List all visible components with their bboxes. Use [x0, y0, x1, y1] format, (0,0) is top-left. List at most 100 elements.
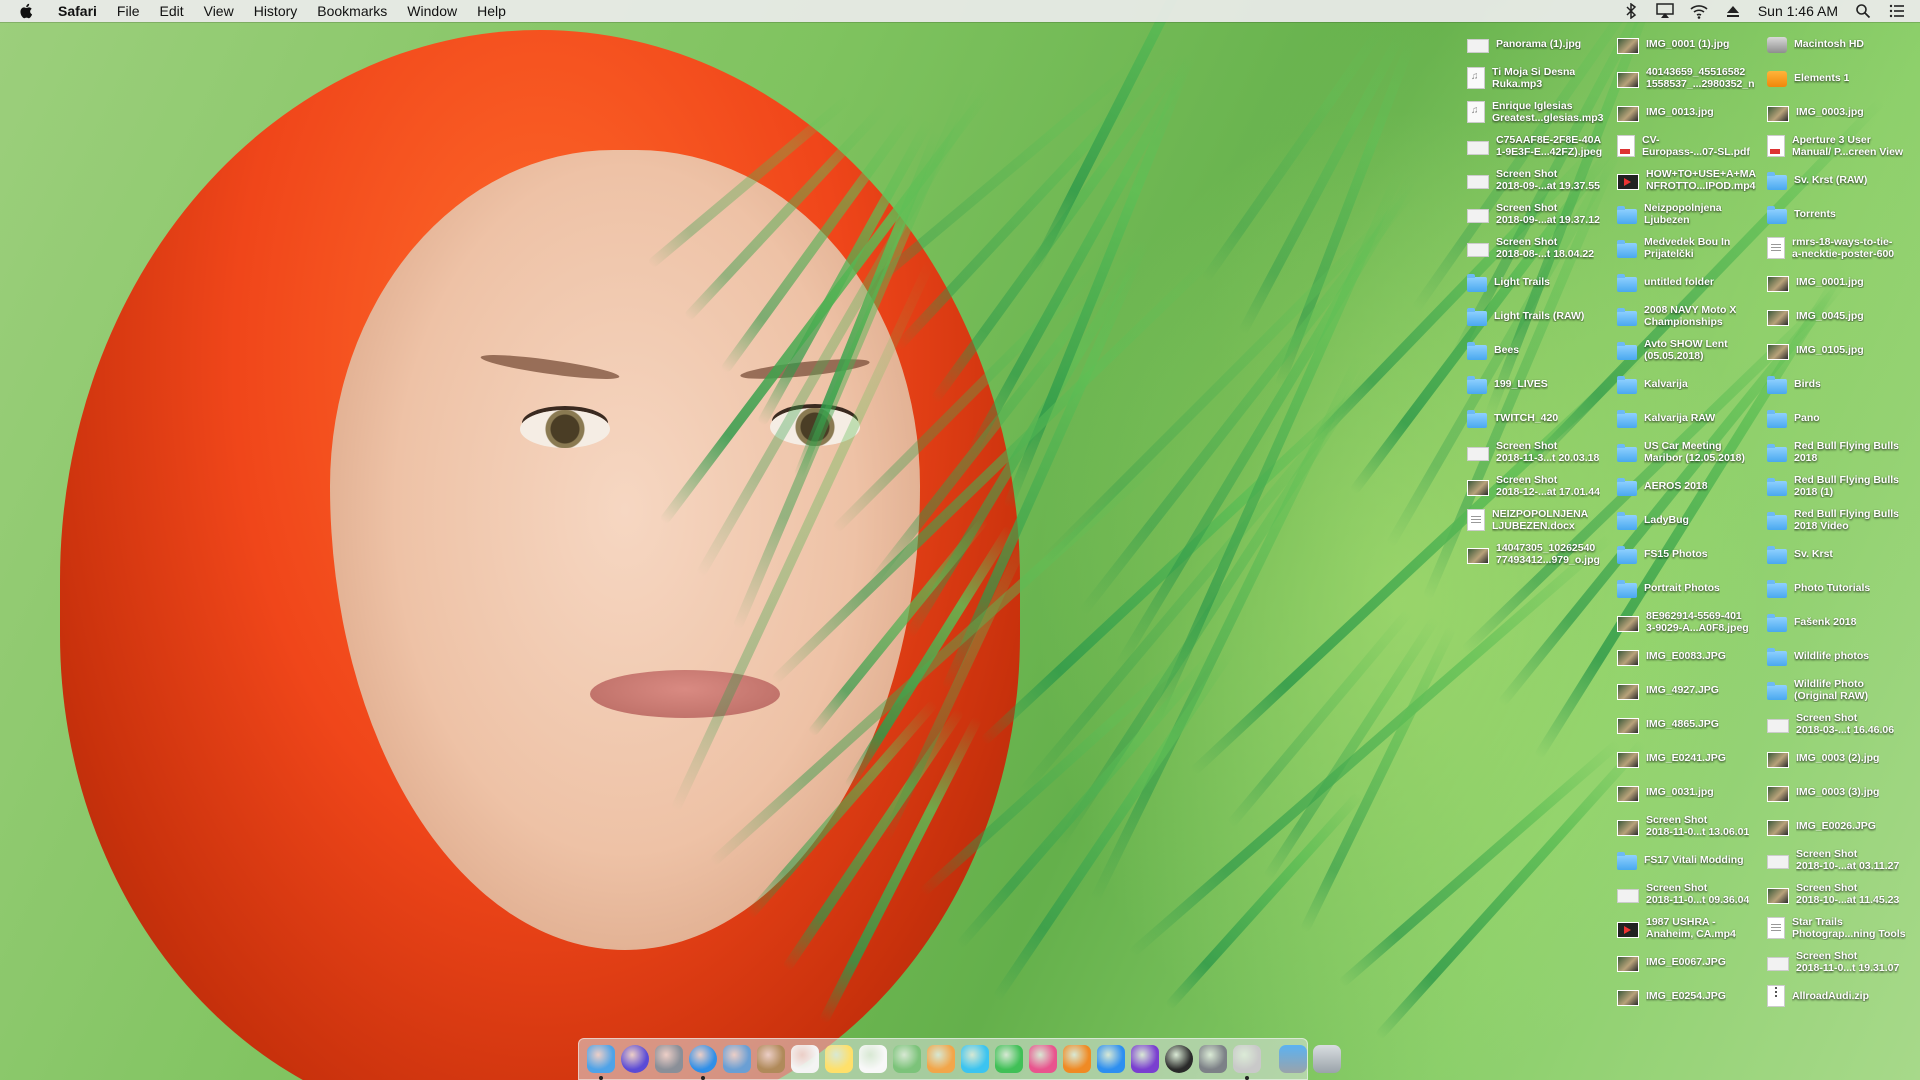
desktop-item[interactable]: 8E962914-5569-401 3-9029-A...A0F8.jpeg	[1617, 606, 1767, 638]
desktop-item[interactable]: AEROS 2018	[1617, 470, 1767, 502]
launchpad-icon[interactable]	[655, 1045, 683, 1073]
desktop-item[interactable]: Screen Shot 2018-11-3...t 20.03.18	[1467, 436, 1617, 468]
reminders-icon[interactable]	[859, 1045, 887, 1073]
photos-icon[interactable]	[927, 1045, 955, 1073]
desktop-item[interactable]: NEIZPOPOLNJENA LJUBEZEN.docx	[1467, 504, 1617, 536]
desktop-item[interactable]: Avto SHOW Lent (05.05.2018)	[1617, 334, 1767, 366]
desktop-item[interactable]: FS15 Photos	[1617, 538, 1767, 570]
desktop-item[interactable]: Photo Tutorials	[1767, 572, 1917, 604]
desktop-item[interactable]: HOW+TO+USE+A+MA NFROTTO...IPOD.mp4	[1617, 164, 1767, 196]
eject-icon[interactable]	[1724, 3, 1742, 19]
desktop-item[interactable]: CV- Europass-...07-SL.pdf	[1617, 130, 1767, 162]
wifi-icon[interactable]	[1690, 3, 1708, 19]
desktop-item[interactable]: 199_LIVES	[1467, 368, 1617, 400]
desktop-item[interactable]: Portrait Photos	[1617, 572, 1767, 604]
desktop-item[interactable]: C75AAF8E-2F8E-40A 1-9E3F-E...42FZ).jpeg	[1467, 130, 1617, 162]
spotlight-icon[interactable]	[1854, 3, 1872, 19]
menu-edit[interactable]: Edit	[149, 3, 193, 19]
desktop-item[interactable]: Screen Shot 2018-10-...at 03.11.27	[1767, 844, 1917, 876]
menu-help[interactable]: Help	[467, 3, 516, 19]
desktop-item[interactable]: Star Trails Photograp...ning Tools	[1767, 912, 1917, 944]
facetime-icon[interactable]	[995, 1045, 1023, 1073]
desktop-item[interactable]: IMG_0003.jpg	[1767, 96, 1917, 128]
desktop-item[interactable]: untitled folder	[1617, 266, 1767, 298]
desktop-item[interactable]: 2008 NAVY Moto X Championships	[1617, 300, 1767, 332]
desktop-item[interactable]: Screen Shot 2018-08-...t 18.04.22	[1467, 232, 1617, 264]
desktop-item[interactable]: Pano	[1767, 402, 1917, 434]
desktop-item[interactable]: Panorama (1).jpg	[1467, 28, 1617, 60]
itunes-icon[interactable]	[1029, 1045, 1057, 1073]
trash-icon[interactable]	[1313, 1045, 1341, 1073]
desktop-item[interactable]: IMG_4865.JPG	[1617, 708, 1767, 740]
desktop-item[interactable]: 1987 USHRA - Anaheim, CA.mp4	[1617, 912, 1767, 944]
desktop-item[interactable]: Kalvarija	[1617, 368, 1767, 400]
bluetooth-icon[interactable]	[1622, 3, 1640, 19]
desktop-item[interactable]: IMG_0045.jpg	[1767, 300, 1917, 332]
desktop-item[interactable]: Medvedek Bou In Prijatelčki	[1617, 232, 1767, 264]
desktop-item[interactable]: Enrique Iglesias Greatest...glesias.mp3	[1467, 96, 1617, 128]
desktop-item[interactable]: LadyBug	[1617, 504, 1767, 536]
desktop-item[interactable]: AllroadAudi.zip	[1767, 980, 1917, 1012]
menu-bookmarks[interactable]: Bookmarks	[307, 3, 397, 19]
app-store-icon[interactable]	[1097, 1045, 1125, 1073]
desktop-item[interactable]: US Car Meeting Maribor (12.05.2018)	[1617, 436, 1767, 468]
desktop-item[interactable]: IMG_E0083.JPG	[1617, 640, 1767, 672]
desktop-item[interactable]: IMG_0001 (1).jpg	[1617, 28, 1767, 60]
desktop-item[interactable]: IMG_0003 (3).jpg	[1767, 776, 1917, 808]
menu-view[interactable]: View	[194, 3, 244, 19]
notification-center-icon[interactable]	[1888, 3, 1906, 19]
desktop-item[interactable]: Light Trails	[1467, 266, 1617, 298]
script-editor-icon[interactable]	[1233, 1045, 1261, 1080]
desktop-item[interactable]: IMG_0031.jpg	[1617, 776, 1767, 808]
airplay-icon[interactable]	[1656, 3, 1674, 19]
desktop-item[interactable]: FS17 Vitali Modding	[1617, 844, 1767, 876]
desktop-item[interactable]: IMG_E0067.JPG	[1617, 946, 1767, 978]
desktop-item[interactable]: Screen Shot 2018-11-0...t 09.36.04	[1617, 878, 1767, 910]
downloads-folder-icon[interactable]	[1279, 1045, 1307, 1073]
desktop-item[interactable]: Birds	[1767, 368, 1917, 400]
messages-icon[interactable]	[961, 1045, 989, 1073]
desktop-item[interactable]: Screen Shot 2018-10-...at 11.45.23	[1767, 878, 1917, 910]
desktop-item[interactable]: Neizpopolnjena Ljubezen	[1617, 198, 1767, 230]
desktop-item[interactable]: Screen Shot 2018-03-...t 16.46.06	[1767, 708, 1917, 740]
desktop-item[interactable]: Screen Shot 2018-12-...at 17.01.44	[1467, 470, 1617, 502]
desktop-item[interactable]: IMG_0001.jpg	[1767, 266, 1917, 298]
desktop-item[interactable]: Screen Shot 2018-11-0...t 19.31.07	[1767, 946, 1917, 978]
desktop-item[interactable]: Wildlife Photo (Original RAW)	[1767, 674, 1917, 706]
contacts-icon[interactable]	[757, 1045, 785, 1073]
desktop-item[interactable]: Fašenk 2018	[1767, 606, 1917, 638]
desktop-item[interactable]: IMG_4927.JPG	[1617, 674, 1767, 706]
calendar-icon[interactable]	[791, 1045, 819, 1073]
system-preferences-icon[interactable]	[1199, 1045, 1227, 1073]
menu-history[interactable]: History	[244, 3, 308, 19]
desktop-item[interactable]: Red Bull Flying Bulls 2018 (1)	[1767, 470, 1917, 502]
menu-bar-clock[interactable]: Sun 1:46 AM	[1758, 3, 1838, 19]
desktop-item[interactable]: Elements 1	[1767, 62, 1917, 94]
desktop-item[interactable]: IMG_E0241.JPG	[1617, 742, 1767, 774]
desktop-item[interactable]: IMG_E0254.JPG	[1617, 980, 1767, 1012]
desktop-item[interactable]: Torrents	[1767, 198, 1917, 230]
desktop-item[interactable]: Ti Moja Si Desna Ruka.mp3	[1467, 62, 1617, 94]
desktop-item[interactable]: 14047305_10262540 77493412...979_o.jpg	[1467, 538, 1617, 570]
desktop-item[interactable]: Red Bull Flying Bulls 2018 Video	[1767, 504, 1917, 536]
desktop-item[interactable]: Screen Shot 2018-09-...at 19.37.12	[1467, 198, 1617, 230]
desktop-item[interactable]: TWITCH_420	[1467, 402, 1617, 434]
safari-icon[interactable]	[689, 1045, 717, 1080]
desktop-item[interactable]: Screen Shot 2018-11-0...t 13.06.01	[1617, 810, 1767, 842]
menu-file[interactable]: File	[107, 3, 150, 19]
desktop-item[interactable]: Aperture 3 User Manual/ P...creen View	[1767, 130, 1917, 162]
camera-raw-icon[interactable]	[1165, 1045, 1193, 1073]
desktop-item[interactable]: Kalvarija RAW	[1617, 402, 1767, 434]
desktop-item[interactable]: IMG_E0026.JPG	[1767, 810, 1917, 842]
desktop-item[interactable]: Sv. Krst (RAW)	[1767, 164, 1917, 196]
apple-icon[interactable]	[18, 2, 36, 20]
notes-icon[interactable]	[825, 1045, 853, 1073]
desktop-item[interactable]: rmrs-18-ways-to-tie- a-necktie-poster-60…	[1767, 232, 1917, 264]
ibooks-icon[interactable]	[1063, 1045, 1091, 1073]
desktop-item[interactable]: IMG_0013.jpg	[1617, 96, 1767, 128]
maps-icon[interactable]	[893, 1045, 921, 1073]
menu-app-name[interactable]: Safari	[48, 3, 107, 19]
desktop-item[interactable]: IMG_0105.jpg	[1767, 334, 1917, 366]
desktop-item[interactable]: Red Bull Flying Bulls 2018	[1767, 436, 1917, 468]
desktop-item[interactable]: Screen Shot 2018-09-...at 19.37.55	[1467, 164, 1617, 196]
